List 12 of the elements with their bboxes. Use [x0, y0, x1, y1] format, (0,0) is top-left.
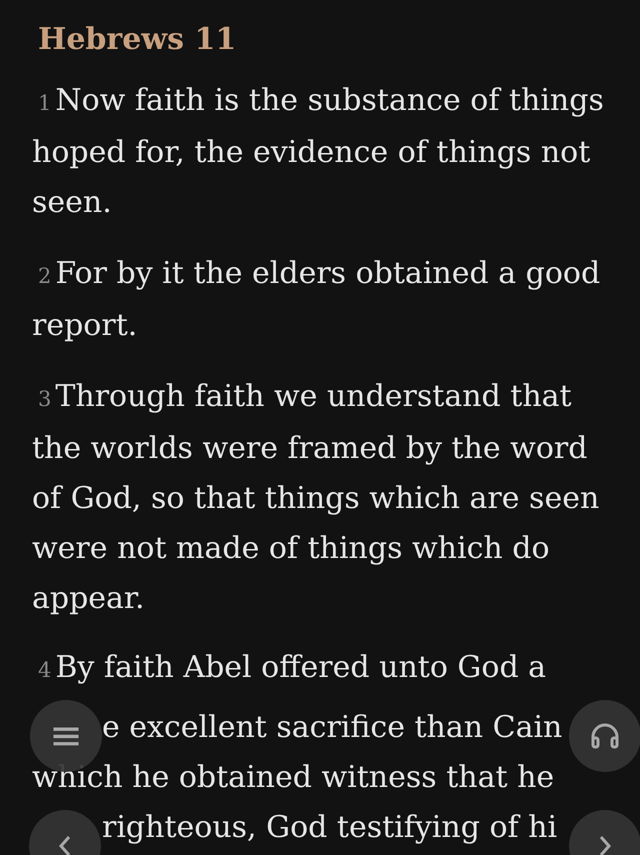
chapter-title: Hebrews 11 — [38, 21, 238, 59]
headphones-icon — [590, 723, 620, 749]
verse-text-line: By faith Abel offered unto God a — [55, 651, 546, 685]
chevron-right-icon — [598, 835, 612, 855]
verse-text-line: e excellent sacrifice than Cain — [102, 711, 562, 745]
menu-button[interactable]: ≡ — [30, 700, 102, 772]
verse-text: 3 Through faith we understand that the worlds were framed by the word of God, so that things which are seen were not made of things which do appear. — [32, 378, 600, 618]
verse-text: 2 For by it the elders obtained a good report. — [32, 255, 602, 345]
chevron-left-icon — [58, 835, 72, 855]
verse-text-line: righteous, God testifying of hi — [102, 811, 558, 845]
verse-number: 4 — [38, 657, 52, 684]
verse-text: 1 Now faith is the substance of things hoped for, the evidence of things not seen. — [32, 82, 605, 222]
